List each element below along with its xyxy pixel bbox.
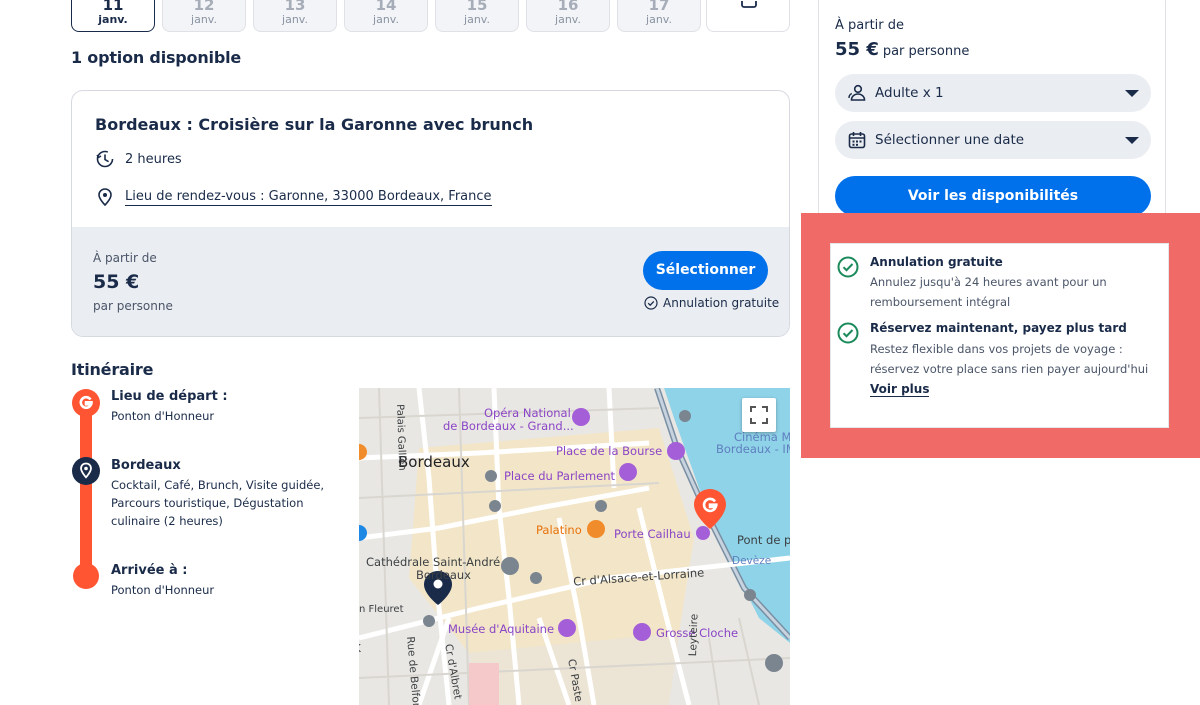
check-circle-icon [644, 296, 658, 310]
date-day: 15 [466, 0, 488, 11]
feature-text: Annulez jusqu'à 24 heures avant pour un … [870, 275, 1107, 309]
map-label-palatino: Palatino [536, 523, 582, 537]
date-month: janv. [373, 13, 399, 26]
map-label-bourse: Place de la Bourse [556, 444, 663, 458]
itinerary-stop-title: Arrivée à : [111, 563, 188, 578]
calendar-icon [848, 132, 866, 149]
date-jan-15[interactable]: 15 janv. [435, 0, 519, 32]
booking-price: 55 € par personne [835, 39, 969, 60]
date-day: 13 [284, 0, 306, 11]
check-availability-button[interactable]: Voir les disponibilités [835, 176, 1151, 216]
date-jan-16[interactable]: 16 janv. [526, 0, 610, 32]
fullscreen-icon [750, 406, 768, 424]
date-select[interactable]: Sélectionner une date [835, 121, 1151, 159]
map-label-parlement: Place du Parlement [504, 469, 616, 483]
itinerary-stop-text: Ponton d'Honneur [111, 583, 215, 597]
check-circle-icon [837, 256, 859, 278]
map-label-deveze: Devèze [732, 555, 772, 567]
map-label-k: K [359, 643, 361, 655]
booking-price-value: 55 € [835, 39, 879, 60]
price-unit: par personne [93, 299, 173, 313]
duration-row: 2 heures [95, 149, 182, 169]
date-month: janv. [646, 13, 672, 26]
date-placeholder: Sélectionner une date [875, 132, 1025, 148]
date-jan-13[interactable]: 13 janv. [253, 0, 337, 32]
itinerary-map[interactable]: Bordeaux Opéra National de Bordeaux - Gr… [359, 388, 790, 705]
date-month: janv. [555, 13, 581, 26]
date-month: janv. [191, 13, 217, 26]
map-fullscreen-button[interactable] [742, 398, 776, 432]
free-cancel-note: Annulation gratuite [644, 296, 779, 310]
calendar-icon [741, 1, 757, 8]
map-label-gallien: Palais Gallien [394, 404, 408, 471]
map-label-fleuret: n Fleuret [359, 604, 404, 615]
booking-from-label: À partir de [835, 18, 905, 33]
itinerary-stop-text: Ponton d'Honneur [111, 409, 215, 423]
meeting-point-link[interactable]: Lieu de rendez-vous : Garonne, 33000 Bor… [125, 189, 492, 206]
clock-history-icon [96, 150, 114, 168]
date-month: janv. [98, 13, 128, 26]
itinerary-stop-title: Lieu de départ : [111, 389, 228, 404]
option-title: Bordeaux : Croisière sur la Garonne avec… [95, 115, 534, 134]
itinerary-heading: Itinéraire [71, 360, 154, 379]
itinerary-stop-title: Bordeaux [111, 458, 181, 473]
location-pin-icon [98, 188, 112, 207]
date-day: 17 [648, 0, 670, 11]
date-day: 14 [375, 0, 397, 11]
itinerary-stop-text: Cocktail, Café, Brunch, Visite guidée, P… [111, 478, 325, 528]
map-label-opera: Opéra National [484, 406, 571, 420]
map-label-city: Bordeaux [398, 453, 470, 471]
calendar-button[interactable] [706, 0, 790, 32]
feature-title: Réservez maintenant, payez plus tard [870, 321, 1127, 335]
map-label-aquitaine: Musée d'Aquitaine [448, 622, 555, 636]
date-day: 11 [102, 0, 124, 11]
date-day: 12 [193, 0, 215, 11]
from-label: À partir de [93, 251, 157, 265]
start-logo-icon [72, 389, 100, 417]
free-cancel-text: Annulation gratuite [663, 296, 780, 310]
see-more-link[interactable]: Voir plus [870, 382, 930, 397]
date-jan-11[interactable]: 11 janv. [71, 0, 155, 32]
check-circle-icon [837, 322, 859, 344]
date-jan-17[interactable]: 17 janv. [617, 0, 701, 32]
option-price: 55 € [93, 271, 140, 293]
date-month: janv. [464, 13, 490, 26]
start-map-marker-icon[interactable] [693, 488, 727, 530]
options-heading: 1 option disponible [71, 48, 242, 67]
booking-price-unit: par personne [882, 44, 970, 59]
stop-pin-icon [72, 457, 100, 485]
meeting-point-row[interactable]: Lieu de rendez-vous : Garonne, 33000 Bor… [95, 187, 492, 207]
chevron-down-icon [1125, 137, 1139, 144]
itinerary-route-line [80, 400, 92, 576]
feature-text: Restez flexible dans vos projets de voya… [870, 342, 1149, 376]
feature-title: Annulation gratuite [870, 255, 1003, 269]
select-button[interactable]: Sélectionner [643, 251, 768, 290]
option-card[interactable]: Bordeaux : Croisière sur la Garonne avec… [71, 90, 790, 337]
date-jan-14[interactable]: 14 janv. [344, 0, 428, 32]
map-label-cailhau: Porte Cailhau [614, 527, 691, 541]
map-label-cinema-2: Bordeaux - IM [716, 442, 790, 456]
chevron-down-icon [1125, 90, 1139, 97]
map-label-opera-2: de Bordeaux - Grand... [443, 419, 574, 433]
travelers-icon [848, 84, 866, 101]
travelers-value: Adulte x 1 [875, 85, 944, 101]
map-label-cathedrale: Cathédrale Saint-André [366, 555, 501, 569]
end-dot-icon [73, 563, 99, 589]
map-label-cathedrale-2: Bordeaux [416, 568, 471, 582]
map-label-pont: Pont de p [737, 533, 790, 547]
duration-text: 2 heures [125, 151, 182, 167]
date-day: 16 [557, 0, 579, 11]
travelers-select[interactable]: Adulte x 1 [835, 74, 1151, 112]
map-label-leyteire: Leyteire [687, 613, 701, 657]
option-footer: À partir de 55 € par personne Sélectionn… [72, 227, 789, 336]
booking-features: Annulation gratuite Annulez jusqu'à 24 h… [830, 243, 1169, 428]
date-jan-12[interactable]: 12 janv. [162, 0, 246, 32]
date-month: janv. [282, 13, 308, 26]
